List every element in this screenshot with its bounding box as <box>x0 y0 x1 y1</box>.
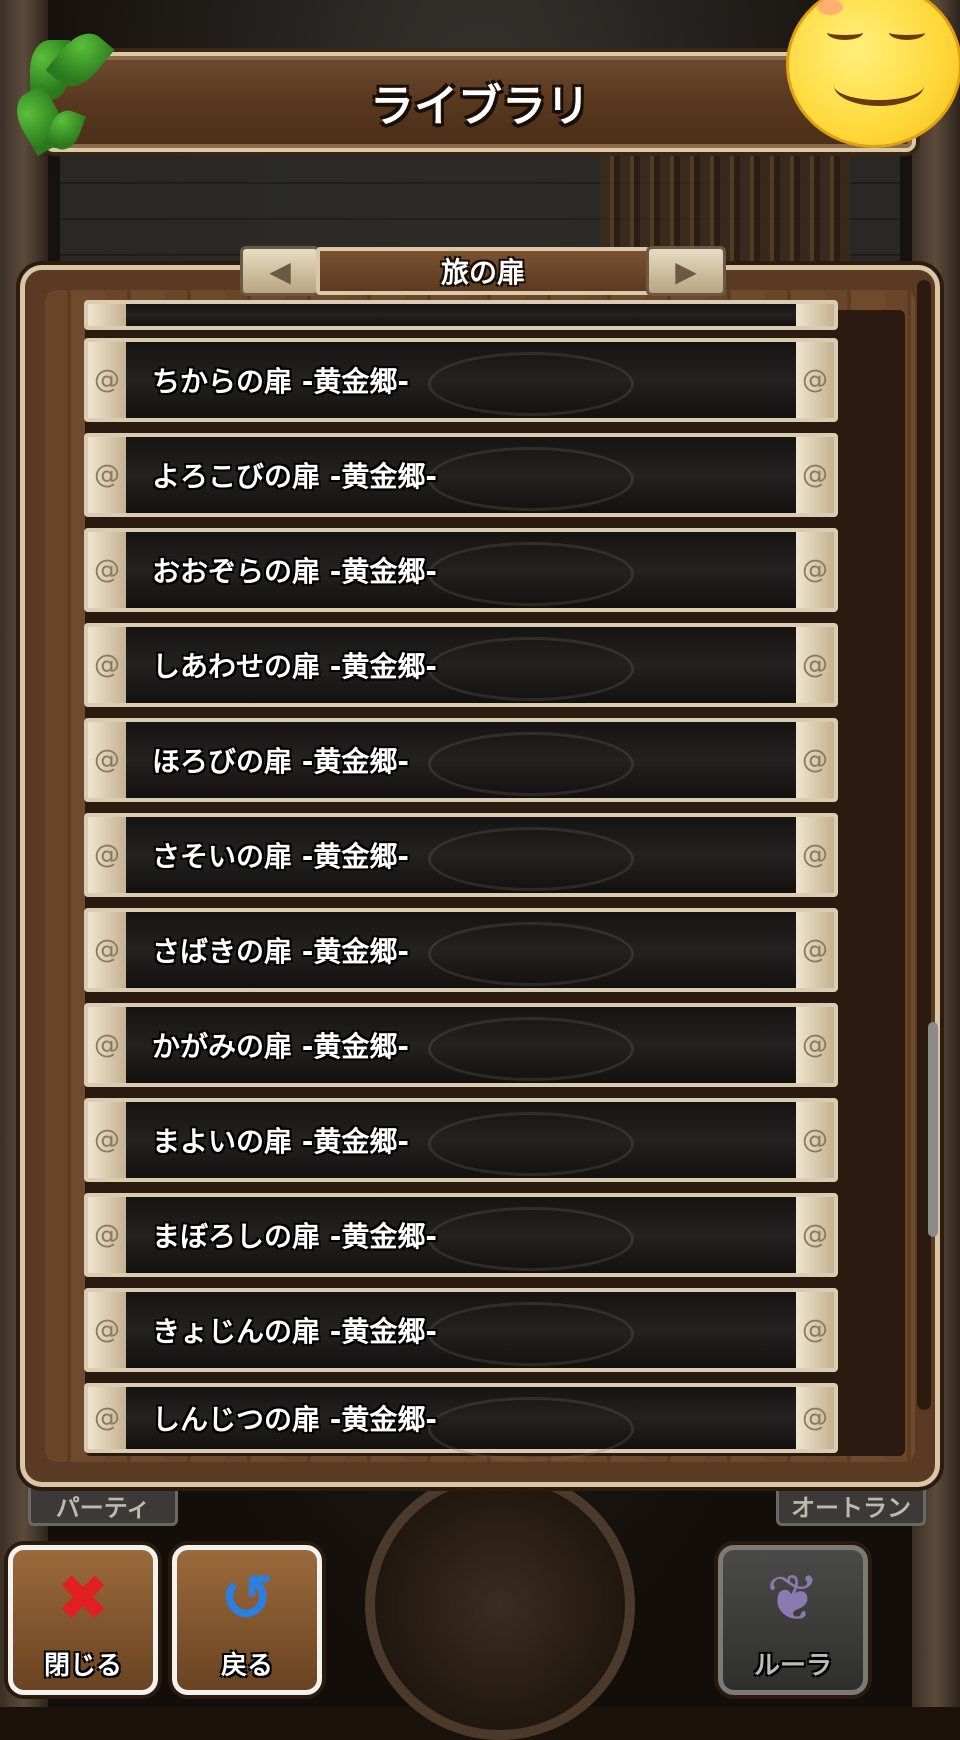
list-item[interactable]: @ さそいの扉 -黄金郷- @ <box>84 813 838 897</box>
spiral-ornament-icon: @ <box>88 1102 126 1178</box>
spiral-ornament-icon: @ <box>796 1197 834 1273</box>
list-item[interactable]: @ まぼろしの扉 -黄金郷- @ <box>84 1193 838 1277</box>
spiral-ornament-icon: @ <box>796 912 834 988</box>
floor-wheel <box>365 1470 635 1740</box>
spiral-ornament-icon: @ <box>796 1102 834 1178</box>
spiral-ornament-icon: @ <box>88 627 126 703</box>
wing-icon: ❦ <box>766 1562 820 1636</box>
back-button[interactable]: ↺ 戻る <box>172 1545 322 1695</box>
spiral-ornament-icon <box>88 304 126 326</box>
arrow-left-icon: ◀ <box>269 254 291 288</box>
spiral-ornament-icon: @ <box>88 722 126 798</box>
spiral-ornament-icon: @ <box>88 1387 126 1449</box>
row-ornament <box>428 922 634 986</box>
close-button-label: 閉じる <box>43 1651 122 1681</box>
arrow-right-icon: ▶ <box>675 254 697 288</box>
spiral-ornament-icon: @ <box>88 532 126 608</box>
list-item-label: さばきの扉 -黄金郷- <box>152 935 409 968</box>
back-arrow-icon: ↺ <box>220 1562 274 1636</box>
spiral-ornament-icon: @ <box>88 437 126 513</box>
spiral-ornament-icon: @ <box>796 437 834 513</box>
spiral-ornament-icon: @ <box>88 342 126 418</box>
back-button-label: 戻る <box>220 1651 273 1681</box>
row-ornament <box>428 1207 634 1271</box>
spiral-ornament-icon: @ <box>796 1387 834 1449</box>
spiral-ornament-icon: @ <box>88 912 126 988</box>
row-ornament <box>428 1397 634 1461</box>
list-item[interactable]: @ さばきの扉 -黄金郷- @ <box>84 908 838 992</box>
close-x-icon: ✖ <box>56 1562 110 1636</box>
row-ornament <box>428 1112 634 1176</box>
list-item[interactable]: @ かがみの扉 -黄金郷- @ <box>84 1003 838 1087</box>
list-item-label: まよいの扉 -黄金郷- <box>152 1125 409 1158</box>
spiral-ornament-icon: @ <box>88 817 126 893</box>
list-item[interactable]: @ きょじんの扉 -黄金郷- @ <box>84 1288 838 1372</box>
list-item[interactable]: @ しあわせの扉 -黄金郷- @ <box>84 623 838 707</box>
spiral-ornament-icon: @ <box>88 1292 126 1368</box>
spiral-ornament-icon: @ <box>88 1007 126 1083</box>
row-ornament <box>428 637 634 701</box>
spiral-ornament-icon: @ <box>796 817 834 893</box>
list-item[interactable]: @ まよいの扉 -黄金郷- @ <box>84 1098 838 1182</box>
list-item-label: よろこびの扉 -黄金郷- <box>152 460 437 493</box>
list-item-label: しあわせの扉 -黄金郷- <box>152 650 437 683</box>
list-item-label: かがみの扉 -黄金郷- <box>152 1030 409 1063</box>
list-item[interactable]: @ おおぞらの扉 -黄金郷- @ <box>84 528 838 612</box>
list-item[interactable]: @ ほろびの扉 -黄金郷- @ <box>84 718 838 802</box>
spiral-ornament-icon: @ <box>796 1292 834 1368</box>
row-ornament <box>428 732 634 796</box>
rula-button[interactable]: ❦ ルーラ <box>718 1545 868 1695</box>
scrollbar-thumb[interactable] <box>928 1022 938 1237</box>
autorun-tab-label: オートラン <box>791 1493 911 1522</box>
spiral-ornament-icon: @ <box>796 532 834 608</box>
list-item-label: しんじつの扉 -黄金郷- <box>152 1403 437 1436</box>
list-item[interactable]: @ しんじつの扉 -黄金郷- @ <box>84 1383 838 1461</box>
scrollbar-track[interactable] <box>917 280 931 1410</box>
list-item[interactable]: @ ちからの扉 -黄金郷- @ <box>84 338 838 422</box>
party-tab: パーティ <box>28 1484 178 1526</box>
row-ornament <box>428 542 634 606</box>
section-next-button[interactable]: ▶ <box>646 246 726 296</box>
spiral-ornament-icon <box>796 304 834 326</box>
party-tab-label: パーティ <box>55 1493 151 1522</box>
list-item-label: さそいの扉 -黄金郷- <box>152 840 409 873</box>
section-tab: 旅の扉 <box>316 247 650 295</box>
spiral-ornament-icon: @ <box>88 1197 126 1273</box>
spiral-ornament-icon: @ <box>796 1007 834 1083</box>
list-item[interactable]: @ よろこびの扉 -黄金郷- @ <box>84 433 838 517</box>
list-item-partial[interactable] <box>84 300 838 330</box>
row-ornament <box>428 1017 634 1081</box>
autorun-tab: オートラン <box>776 1484 926 1526</box>
row-ornament <box>428 352 634 416</box>
list-item-label: ほろびの扉 -黄金郷- <box>152 745 409 778</box>
section-title: 旅の扉 <box>440 256 525 289</box>
rula-button-label: ルーラ <box>753 1651 832 1681</box>
spiral-ornament-icon: @ <box>796 722 834 798</box>
list-item-label: おおぞらの扉 -黄金郷- <box>152 555 437 588</box>
row-ornament <box>428 447 634 511</box>
spiral-ornament-icon: @ <box>796 627 834 703</box>
row-ornament <box>428 1302 634 1366</box>
row-ornament <box>428 827 634 891</box>
page-title: ライブラリ <box>370 81 590 132</box>
list-item-label: まぼろしの扉 -黄金郷- <box>152 1220 437 1253</box>
section-prev-button[interactable]: ◀ <box>240 246 320 296</box>
spiral-ornament-icon: @ <box>796 342 834 418</box>
vine-leaves-icon <box>7 20 115 156</box>
list-item-label: ちからの扉 -黄金郷- <box>152 365 409 398</box>
list-item-label: きょじんの扉 -黄金郷- <box>152 1315 437 1348</box>
close-button[interactable]: ✖ 閉じる <box>8 1545 158 1695</box>
